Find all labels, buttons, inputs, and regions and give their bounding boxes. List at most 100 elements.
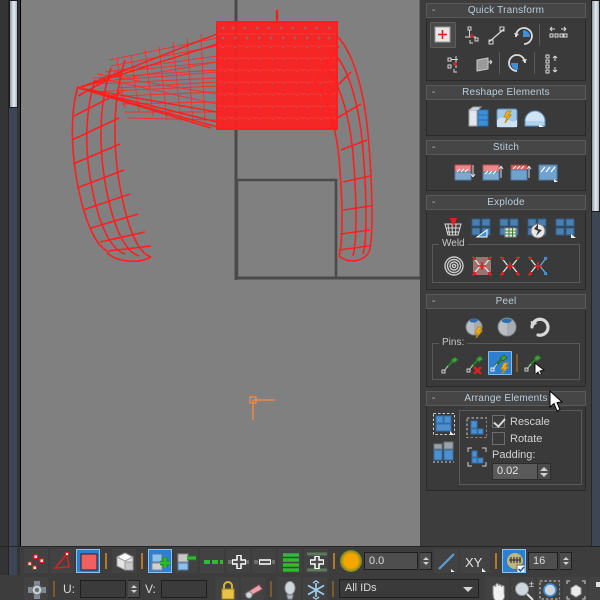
rollout-body-reshape-elements [426, 100, 586, 136]
u-coordinate-field[interactable] [80, 579, 126, 598]
align-to-edge-alt-button[interactable] [444, 51, 468, 75]
break-by-angle-button[interactable] [468, 214, 494, 240]
falloff-spin-arrows[interactable] [420, 551, 432, 570]
zoom-tool-button[interactable]: ± [510, 576, 535, 600]
stitch-diagonal-button[interactable] [535, 159, 561, 185]
unpin-selected-button[interactable] [463, 351, 487, 375]
lock-selection-button[interactable] [214, 576, 239, 600]
edge-sub-object-mode-button[interactable] [50, 548, 74, 573]
flip-selection-button[interactable] [470, 51, 494, 75]
pack-linear-button[interactable] [464, 444, 488, 468]
ring-uv-edges-button[interactable] [278, 548, 302, 573]
space-horizontally-button[interactable] [545, 23, 569, 47]
show-grid-toggle-button[interactable] [502, 548, 526, 573]
falloff-value-field[interactable]: 0.0 [364, 551, 418, 570]
snap-toggle-button[interactable] [302, 576, 327, 600]
collapse-icon[interactable]: - [432, 295, 436, 309]
filter-pins-button[interactable] [488, 351, 512, 375]
quick-peel-button[interactable] [493, 104, 519, 130]
padding-spin-arrows[interactable] [538, 463, 551, 480]
peel-undo-button[interactable] [525, 313, 551, 339]
pin-tool-button[interactable] [522, 351, 546, 375]
collapse-icon[interactable]: - [432, 86, 436, 100]
relax-tool-button[interactable] [521, 104, 547, 130]
grow-loop-button[interactable] [226, 548, 250, 573]
rescale-checkbox[interactable] [492, 415, 505, 428]
break-apart-button[interactable] [440, 214, 466, 240]
break-by-smoothing-group-button[interactable] [524, 214, 550, 240]
uv-editor-viewport[interactable] [20, 0, 420, 546]
rotate-90-clockwise-button[interactable] [505, 51, 529, 75]
rollout-header-peel[interactable]: - Peel [426, 294, 586, 309]
target-weld-button[interactable] [440, 252, 466, 278]
filter-selected-faces-button[interactable] [240, 576, 265, 600]
peel-mode-button[interactable] [493, 313, 519, 339]
straighten-selection-button[interactable] [510, 23, 534, 47]
pan-tool-button[interactable] [484, 576, 509, 600]
grow-ring-button[interactable] [304, 548, 328, 573]
grow-selection-button[interactable] [148, 548, 172, 573]
space-vertically-button[interactable] [540, 51, 564, 75]
falloff-curve-button[interactable] [434, 548, 458, 573]
rollout-header-arrange-elements[interactable]: - Arrange Elements [426, 391, 586, 406]
pins-separator [516, 354, 518, 372]
vertex-sub-object-mode-button[interactable] [24, 548, 48, 573]
collapse-icon[interactable]: - [432, 4, 436, 18]
uv-canvas[interactable] [21, 0, 420, 546]
stitch-custom-button[interactable] [507, 159, 533, 185]
grid-size-field[interactable]: 16 [528, 551, 558, 570]
weld-selected-button[interactable] [468, 252, 494, 278]
stitch-source-button[interactable] [451, 159, 477, 185]
material-id-filter-combo[interactable]: All IDs [338, 579, 479, 598]
zoom-region-tool-button[interactable] [536, 576, 561, 600]
weld-shared-button[interactable] [496, 252, 522, 278]
move-to-center-pivot-button[interactable] [430, 22, 456, 48]
rescale-option-row[interactable]: Rescale [492, 415, 578, 428]
show-map-button[interactable] [276, 576, 301, 600]
grid-size-spin-arrows[interactable] [560, 551, 572, 570]
chevron-down-icon[interactable] [462, 587, 473, 592]
rollout-header-stitch[interactable]: - Stitch [426, 140, 586, 155]
collapse-icon[interactable]: - [432, 196, 436, 210]
align-horizontal-to-edge-button[interactable] [484, 23, 508, 47]
collapse-icon[interactable]: - [432, 392, 436, 406]
zoom-extents-selected-button[interactable] [588, 576, 600, 600]
rescale-elements-button[interactable] [430, 439, 456, 465]
falloff-space-xy-button[interactable]: XY [460, 548, 490, 573]
command-panel-scrollbar[interactable] [591, 0, 600, 546]
pack-custom-button[interactable] [464, 415, 488, 439]
pin-selected-button[interactable] [438, 351, 462, 375]
move-pivot-tool-button[interactable] [24, 576, 48, 600]
break-by-material-id-button[interactable] [496, 214, 522, 240]
pack-normalize-button[interactable] [430, 410, 456, 436]
u-spin-arrows[interactable] [128, 579, 140, 598]
stitch-target-button[interactable] [479, 159, 505, 185]
element-sub-object-mode-button[interactable] [112, 548, 136, 573]
command-panel-scrollbar-thumb[interactable] [591, 0, 600, 212]
weld-all-button[interactable] [524, 252, 550, 278]
padding-spinner[interactable]: 0.02 [492, 463, 578, 480]
align-vertical-to-edge-button[interactable] [458, 23, 482, 47]
rotate-checkbox[interactable] [492, 432, 505, 445]
v-coordinate-field[interactable] [160, 579, 207, 598]
shrink-loop-button[interactable] [252, 548, 276, 573]
padding-value-field[interactable]: 0.02 [492, 463, 538, 480]
face-sub-object-mode-button[interactable] [76, 548, 100, 573]
viewport-vertical-scrollbar[interactable] [8, 0, 18, 546]
soft-selection-toggle-icon[interactable] [340, 549, 362, 572]
loop-uv-edges-button[interactable] [200, 548, 224, 573]
pins-group-label: Pins: [439, 337, 468, 348]
viewport-scrollbar-thumb[interactable] [9, 0, 18, 108]
collapse-icon[interactable]: - [432, 141, 436, 155]
rollout-header-explode[interactable]: - Explode [426, 195, 586, 210]
rollout-header-reshape-elements[interactable]: - Reshape Elements [426, 85, 586, 100]
explode-settings-button[interactable] [552, 214, 578, 240]
rotate-option-row[interactable]: Rotate [492, 432, 578, 445]
rollout-header-quick-transform[interactable]: - Quick Transform [426, 3, 586, 18]
zoom-extents-tool-button[interactable] [562, 576, 587, 600]
quick-peel-mode-button[interactable] [461, 313, 487, 339]
toolbar-separator [499, 52, 500, 74]
pelt-map-button[interactable] [465, 104, 491, 130]
rollout-body-peel: Pins: [426, 309, 586, 387]
shrink-selection-button[interactable] [174, 548, 198, 573]
